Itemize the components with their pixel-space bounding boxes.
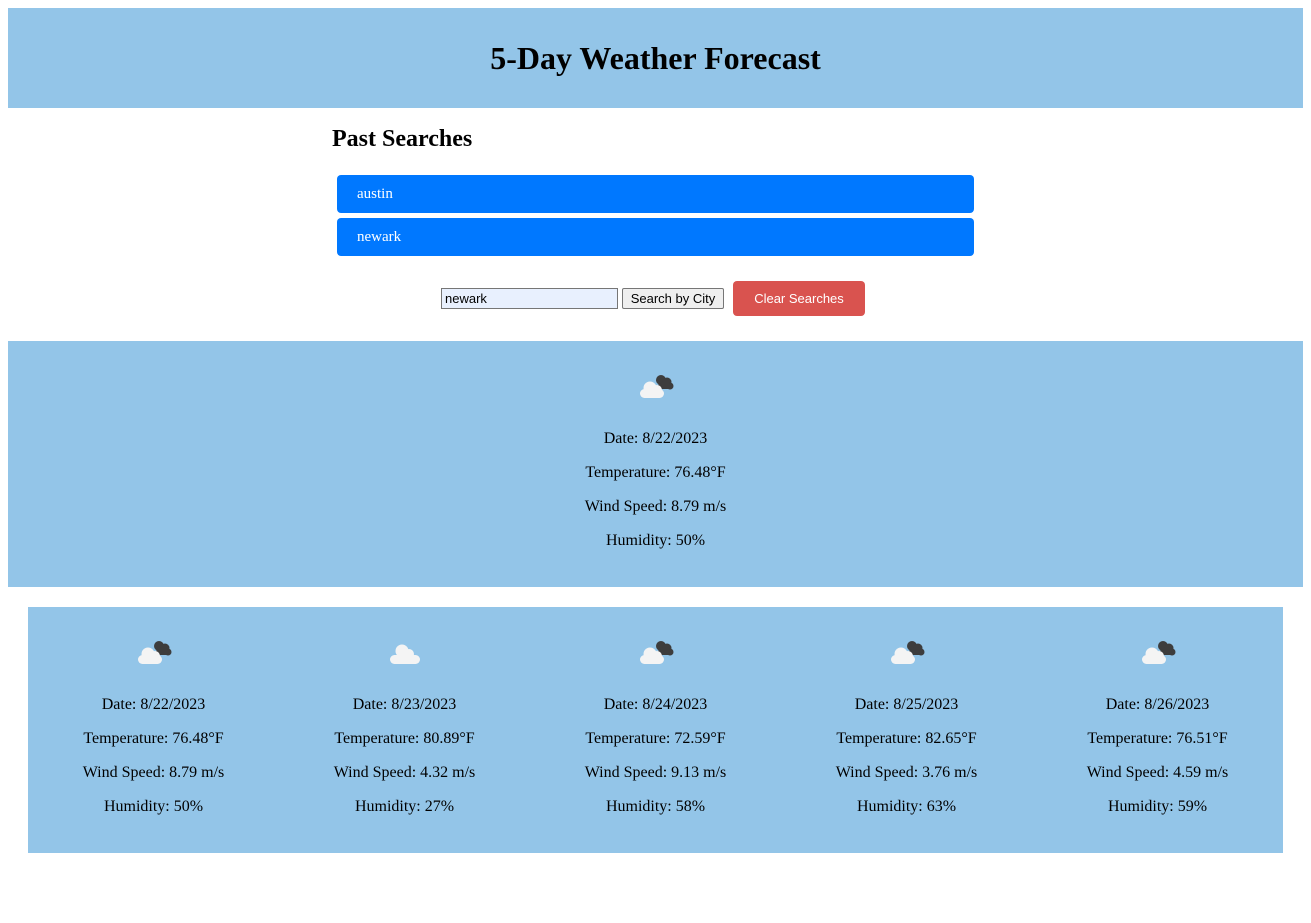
forecast-temperature: Temperature: 82.65°F — [836, 730, 977, 747]
forecast-humidity: Humidity: 27% — [354, 798, 455, 815]
forecast-temperature: Temperature: 80.89°F — [334, 730, 475, 747]
forecast-wind-speed: Wind Speed: 4.59 m/s — [1086, 764, 1229, 781]
current-wind-speed: Wind Speed: 8.79 m/s — [584, 498, 727, 515]
forecast-wind-speed: Wind Speed: 4.32 m/s — [333, 764, 476, 781]
past-searches-title: Past Searches — [332, 126, 473, 152]
forecast-temperature: Temperature: 76.51°F — [1087, 730, 1228, 747]
forecast-day-card: Date: 8/24/2023 Temperature: 72.59°F Win… — [530, 607, 781, 853]
forecast-day-card: Date: 8/26/2023 Temperature: 76.51°F Win… — [1032, 607, 1283, 853]
forecast-wind-speed: Wind Speed: 8.79 m/s — [82, 764, 225, 781]
forecast-day-card: Date: 8/25/2023 Temperature: 82.65°F Win… — [781, 607, 1032, 853]
forecast-humidity: Humidity: 58% — [605, 798, 706, 815]
cloudy-icon — [639, 375, 673, 398]
forecast-wind-speed: Wind Speed: 9.13 m/s — [584, 764, 727, 781]
city-search-input[interactable] — [441, 288, 618, 309]
current-humidity: Humidity: 50% — [605, 532, 706, 549]
past-search-button-austin[interactable]: austin — [337, 175, 974, 213]
forecast-date: Date: 8/23/2023 — [352, 696, 457, 713]
forecast-date: Date: 8/22/2023 — [101, 696, 206, 713]
forecast-humidity: Humidity: 50% — [103, 798, 204, 815]
search-by-city-button[interactable]: Search by City — [622, 288, 724, 309]
forecast-wind-speed: Wind Speed: 3.76 m/s — [835, 764, 978, 781]
past-search-button-newark[interactable]: newark — [337, 218, 974, 256]
cloudy-icon — [639, 641, 673, 664]
forecast-day-card: Date: 8/22/2023 Temperature: 76.48°F Win… — [28, 607, 279, 853]
forecast-date: Date: 8/24/2023 — [603, 696, 708, 713]
current-weather-panel: Date: 8/22/2023 Temperature: 76.48°F Win… — [8, 341, 1303, 587]
forecast-date: Date: 8/25/2023 — [854, 696, 959, 713]
forecast-humidity: Humidity: 63% — [856, 798, 957, 815]
current-date: Date: 8/22/2023 — [603, 430, 708, 447]
cloudy-icon — [890, 641, 924, 664]
forecast-panel: Date: 8/22/2023 Temperature: 76.48°F Win… — [28, 607, 1283, 853]
forecast-temperature: Temperature: 72.59°F — [585, 730, 726, 747]
cloudy-icon — [137, 641, 171, 664]
cloud-icon — [389, 644, 420, 664]
current-temperature: Temperature: 76.48°F — [585, 464, 726, 481]
forecast-humidity: Humidity: 59% — [1107, 798, 1208, 815]
page-header: 5-Day Weather Forecast — [8, 8, 1303, 108]
forecast-day-card: Date: 8/23/2023 Temperature: 80.89°F Win… — [279, 607, 530, 853]
past-searches-list: austin newark — [337, 175, 974, 261]
cloudy-icon — [1141, 641, 1175, 664]
forecast-date: Date: 8/26/2023 — [1105, 696, 1210, 713]
page-title: 5-Day Weather Forecast — [490, 39, 821, 76]
forecast-temperature: Temperature: 76.48°F — [83, 730, 224, 747]
clear-searches-button[interactable]: Clear Searches — [733, 281, 865, 316]
